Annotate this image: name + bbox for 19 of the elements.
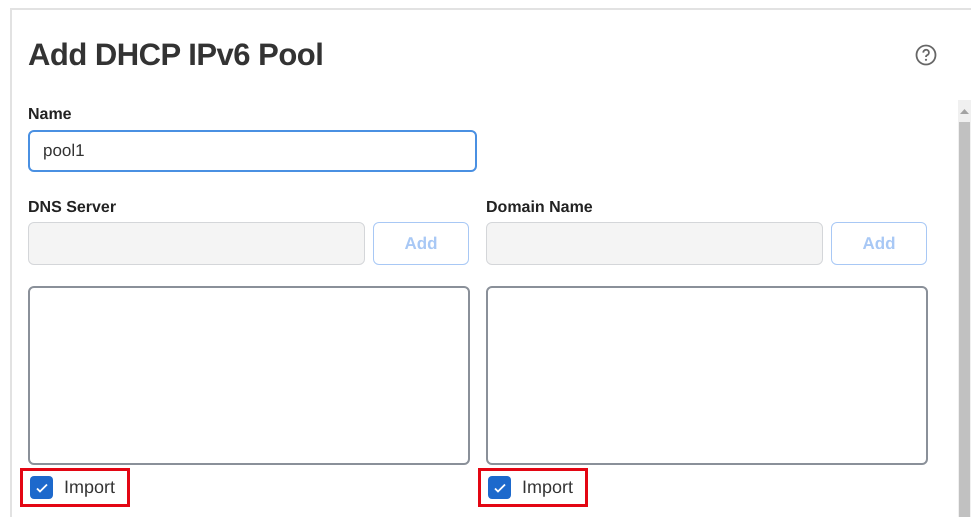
list-box[interactable]	[28, 286, 470, 465]
list-box[interactable]	[486, 286, 928, 465]
name-field[interactable]: pool1	[28, 130, 477, 172]
field-label: Name	[28, 106, 73, 124]
checkbox[interactable]	[30, 476, 53, 499]
field-label: DNS Server	[28, 199, 118, 217]
scrollbar[interactable]	[958, 100, 971, 517]
help-icon[interactable]	[915, 44, 937, 66]
field-label: Domain Name	[486, 199, 594, 217]
checkbox-label: Import	[522, 476, 574, 499]
checkbox-label: Import	[64, 476, 116, 499]
import-option[interactable]: Import	[478, 468, 588, 507]
import-option[interactable]: Import	[20, 468, 130, 507]
dialog-title: Add DHCP IPv6 Pool	[28, 36, 324, 74]
scroll-up-icon[interactable]	[960, 108, 969, 116]
scroll-thumb[interactable]	[959, 122, 970, 517]
checkbox[interactable]	[488, 476, 511, 499]
entry-field[interactable]	[486, 222, 823, 265]
entry-field[interactable]	[28, 222, 365, 265]
